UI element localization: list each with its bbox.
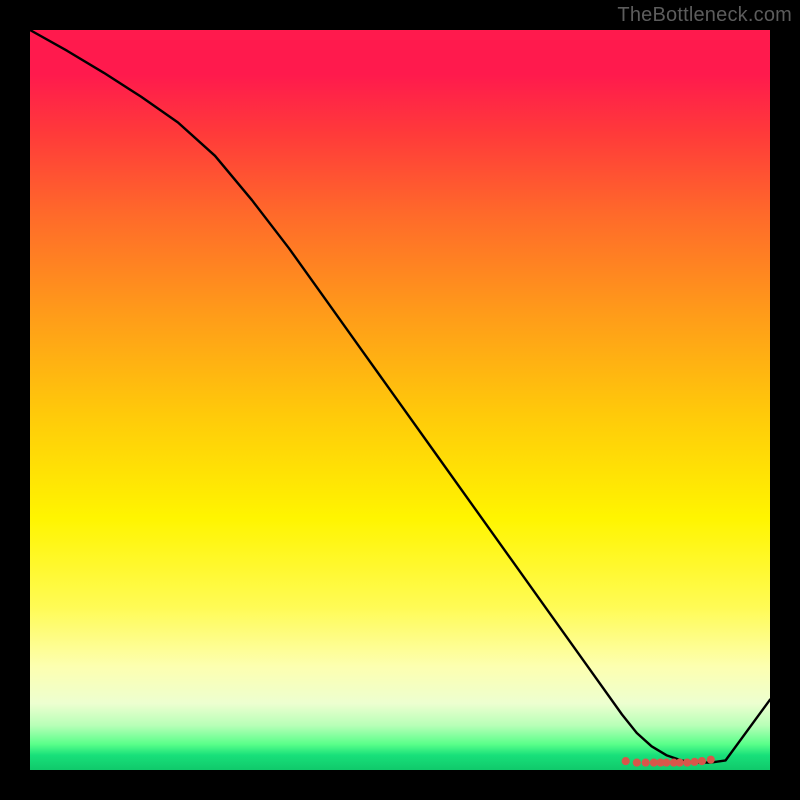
- marker-dot: [683, 759, 691, 767]
- marker-dot: [642, 759, 650, 767]
- watermark-text: TheBottleneck.com: [617, 4, 792, 27]
- marker-dot: [662, 759, 670, 767]
- chart-container: TheBottleneck.com: [0, 0, 800, 800]
- marker-dot: [690, 758, 698, 766]
- chart-svg: [30, 30, 770, 770]
- marker-dot: [622, 757, 630, 765]
- marker-dot: [707, 756, 715, 764]
- marker-group: [622, 756, 715, 767]
- marker-dot: [698, 757, 706, 765]
- plot-area: [30, 30, 770, 770]
- marker-dot: [633, 759, 641, 767]
- marker-dot: [676, 759, 684, 767]
- curve-path: [30, 30, 770, 763]
